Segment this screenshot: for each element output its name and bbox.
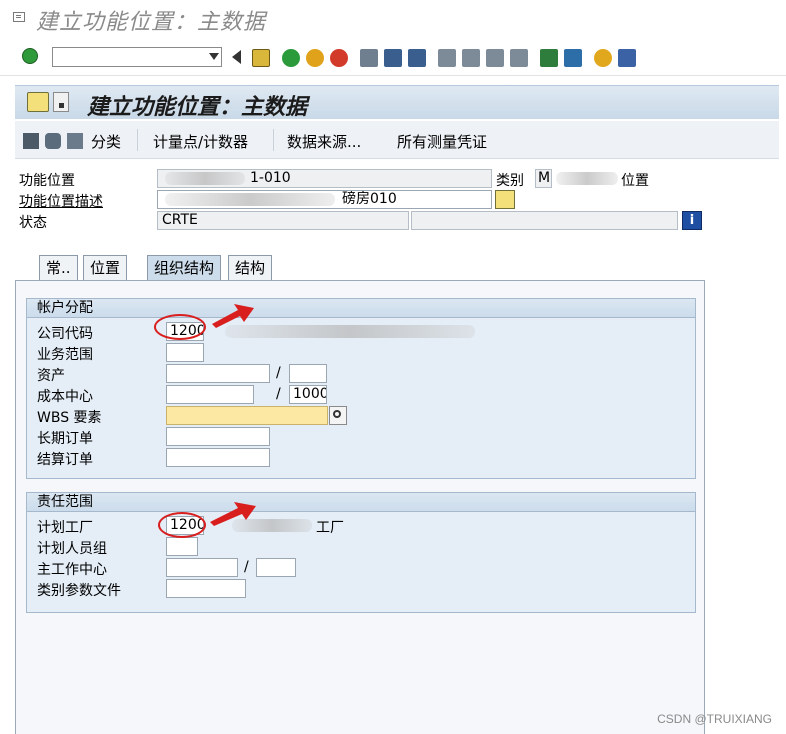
toolbar-separator: [273, 129, 274, 151]
layout-menu-icon[interactable]: [618, 49, 636, 67]
asset-label: 资产: [37, 368, 65, 384]
print-icon[interactable]: [360, 49, 378, 67]
window-title: 建立功能位置：主数据: [36, 10, 267, 35]
main-work-center-field[interactable]: [166, 558, 238, 577]
annotation-circle: [154, 314, 206, 340]
next-page-icon[interactable]: [486, 49, 504, 67]
window-menu-icon[interactable]: [13, 12, 25, 22]
work-center-plant-field[interactable]: [256, 558, 296, 577]
app-header: 建立功能位置：主数据: [15, 85, 779, 120]
wbs-element-field[interactable]: [166, 406, 328, 425]
group-title: 责任范围: [27, 493, 695, 512]
functional-location-label: 功能位置: [19, 173, 75, 189]
catalog-profile-field[interactable]: [166, 579, 246, 598]
tab-organization[interactable]: 组织结构: [147, 255, 222, 281]
toolbar-separator: [137, 129, 138, 151]
redaction-blur: [165, 172, 245, 185]
find-next-icon[interactable]: [408, 49, 426, 67]
exit-icon[interactable]: [306, 49, 324, 67]
cost-center-label: 成本中心: [37, 389, 93, 405]
controlling-area-field[interactable]: 1000: [289, 385, 327, 404]
edit-text-icon[interactable]: [495, 190, 515, 209]
category-text: 位置: [621, 173, 649, 189]
redaction-blur: [556, 172, 618, 185]
enter-icon[interactable]: [22, 48, 38, 64]
tab-strip: 常.. 位置 组织结构 结构: [15, 247, 705, 281]
window-title-bar: 建立功能位置：主数据: [0, 0, 786, 38]
search-help-icon[interactable]: [329, 406, 347, 425]
description-value: 磅房010: [342, 191, 397, 207]
watermark: CSDN @TRUIXIANG: [657, 712, 772, 726]
functional-location-value: 1-010: [250, 170, 291, 186]
page-title: 建立功能位置：主数据: [87, 94, 308, 120]
main-work-center-label: 主工作中心: [37, 562, 107, 578]
annotation-arrow-icon: [210, 502, 256, 526]
annotation-arrow-icon: [212, 304, 254, 328]
shortcut-icon[interactable]: [564, 49, 582, 67]
structure-icon[interactable]: [67, 133, 83, 149]
find-icon[interactable]: [384, 49, 402, 67]
account-assignment-group: 帐户分配 公司代码 1200 业务范围 资产 / 成本中心 / 1000 WBS…: [26, 298, 696, 479]
back-icon[interactable]: [282, 49, 300, 67]
annotation-circle: [158, 512, 206, 538]
cost-center-field[interactable]: [166, 385, 254, 404]
standing-order-field[interactable]: [166, 427, 270, 446]
tab-structure[interactable]: 结构: [228, 255, 273, 281]
command-dropdown-icon[interactable]: [209, 53, 219, 60]
description-label: 功能位置描述: [19, 194, 103, 210]
asset-subnumber-field[interactable]: [289, 364, 327, 383]
toolbar-button-all-measurement-docs[interactable]: 所有测量凭证: [397, 131, 487, 152]
business-area-field[interactable]: [166, 343, 204, 362]
redaction-blur: [165, 193, 335, 206]
status-info-icon[interactable]: i: [682, 211, 702, 230]
planning-plant-label: 计划工厂: [37, 520, 93, 536]
category-label: 类别: [496, 173, 524, 189]
tab-general[interactable]: 常..: [39, 255, 78, 281]
help-icon[interactable]: [594, 49, 612, 67]
command-field[interactable]: [52, 47, 222, 67]
gui-options-icon[interactable]: [53, 92, 69, 112]
standing-order-label: 长期订单: [37, 431, 93, 447]
document-icon[interactable]: [23, 133, 39, 149]
wbs-element-label: WBS 要素: [37, 410, 102, 426]
application-toolbar: 分类 计量点/计数器 数据来源... 所有测量凭证: [15, 121, 779, 159]
create-session-icon[interactable]: [540, 49, 558, 67]
cost-center-separator: /: [276, 386, 281, 402]
cancel-icon[interactable]: [330, 49, 348, 67]
settlement-order-label: 结算订单: [37, 452, 93, 468]
toolbar-button-measuring-points[interactable]: 计量点/计数器: [153, 131, 248, 152]
tab-content-panel: 帐户分配 公司代码 1200 业务范围 资产 / 成本中心 / 1000 WBS…: [15, 280, 705, 734]
asset-field[interactable]: [166, 364, 270, 383]
redaction-blur: [225, 325, 475, 338]
planning-plant-text: 工厂: [316, 520, 344, 536]
asset-separator: /: [276, 365, 281, 381]
toolbar-button-classification[interactable]: 分类: [91, 131, 121, 152]
hierarchy-icon[interactable]: [45, 133, 61, 149]
previous-page-icon[interactable]: [462, 49, 480, 67]
responsibilities-group: 责任范围 计划工厂 1200 工厂 计划人员组 主工作中心 / 类别参数文件: [26, 492, 696, 613]
company-code-label: 公司代码: [37, 326, 93, 342]
planner-group-field[interactable]: [166, 537, 198, 556]
business-area-label: 业务范围: [37, 347, 93, 363]
category-field: M: [535, 169, 552, 188]
status-secondary-field: [411, 211, 678, 230]
last-page-icon[interactable]: [510, 49, 528, 67]
status-field: CRTE: [157, 211, 409, 230]
status-label: 状态: [19, 215, 47, 231]
first-page-icon[interactable]: [438, 49, 456, 67]
tab-location[interactable]: 位置: [83, 255, 128, 281]
save-icon[interactable]: [252, 49, 270, 67]
group-title: 帐户分配: [27, 299, 695, 318]
settlement-order-field[interactable]: [166, 448, 270, 467]
menu-icon[interactable]: [27, 92, 49, 112]
work-center-separator: /: [244, 559, 249, 575]
catalog-profile-label: 类别参数文件: [37, 583, 121, 599]
planner-group-label: 计划人员组: [37, 541, 107, 557]
toolbar-button-data-origin[interactable]: 数据来源...: [287, 131, 361, 152]
back-arrow-icon[interactable]: [232, 50, 241, 64]
